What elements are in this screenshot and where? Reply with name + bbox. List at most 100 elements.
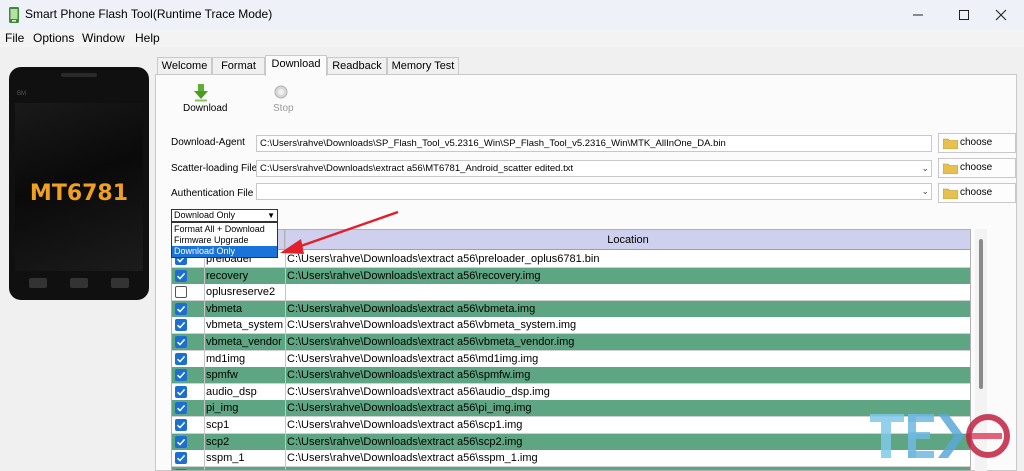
row-location[interactable]: C:\Users\rahve\Downloads\extract a56\ssp… bbox=[287, 467, 538, 470]
row-partition-name: scp2 bbox=[206, 435, 230, 448]
tab-download[interactable]: Download bbox=[265, 55, 327, 76]
scatter-file-combo[interactable]: C:\Users\rahve\Downloads\extract a56\MT6… bbox=[256, 160, 932, 177]
checkmark-icon bbox=[176, 438, 186, 446]
dropdown-arrow-icon[interactable]: ▼ bbox=[267, 210, 275, 221]
download-mode-select[interactable]: Download Only ▼ bbox=[171, 209, 278, 222]
phone-menu-key bbox=[111, 278, 129, 288]
download-agent-choose-button[interactable]: choose bbox=[938, 133, 1016, 153]
menu-bar: File Options Window Help bbox=[0, 30, 1024, 47]
tab-readback[interactable]: Readback bbox=[327, 57, 387, 75]
row-checkbox[interactable] bbox=[175, 369, 187, 382]
row-checkbox[interactable] bbox=[175, 352, 187, 365]
chevron-down-icon[interactable]: ⌄ bbox=[921, 161, 929, 176]
row-partition-name: md1img bbox=[206, 352, 246, 365]
auth-file-combo[interactable]: ⌄ bbox=[256, 183, 932, 200]
minimize-button[interactable] bbox=[895, 0, 941, 30]
table-row[interactable]: preloader C:\Users\rahve\Downloads\extrac… bbox=[172, 251, 970, 268]
download-arrow-icon[interactable] bbox=[193, 84, 209, 102]
column-divider bbox=[285, 230, 286, 470]
row-checkbox[interactable] bbox=[175, 435, 187, 448]
scatter-file-value: C:\Users\rahve\Downloads\extract a56\MT6… bbox=[260, 163, 574, 174]
phone-screen: MT6781 bbox=[15, 103, 143, 271]
menu-help[interactable]: Help bbox=[135, 31, 160, 45]
row-checkbox[interactable] bbox=[175, 385, 187, 398]
row-location[interactable]: C:\Users\rahve\Downloads\extract a56\pre… bbox=[287, 251, 599, 268]
row-partition-name: oplusreserve2 bbox=[206, 286, 276, 299]
row-checkbox[interactable] bbox=[175, 336, 187, 348]
scatter-choose-button[interactable]: choose bbox=[938, 158, 1016, 178]
row-location[interactable]: C:\Users\rahve\Downloads\extract a56\aud… bbox=[287, 384, 550, 401]
choose-label: choose bbox=[960, 187, 993, 198]
menu-options[interactable]: Options bbox=[33, 31, 74, 45]
table-row[interactable]: scp2 C:\Users\rahve\Downloads\extract a56… bbox=[172, 433, 970, 451]
table-row[interactable]: sspm_2 C:\Users\rahve\Downloads\extract a… bbox=[172, 466, 970, 470]
tab-welcome[interactable]: Welcome bbox=[157, 57, 212, 75]
row-location[interactable]: C:\Users\rahve\Downloads\extract a56\md1… bbox=[287, 351, 538, 368]
row-checkbox[interactable] bbox=[175, 402, 187, 415]
menu-file[interactable]: File bbox=[5, 31, 24, 45]
checkmark-icon bbox=[176, 388, 186, 396]
row-partition-name: recovery bbox=[206, 269, 249, 282]
row-location[interactable]: C:\Users\rahve\Downloads\extract a56\vbm… bbox=[287, 334, 574, 351]
mode-option-format-all[interactable]: Format All + Download bbox=[172, 224, 277, 235]
close-button[interactable] bbox=[978, 0, 1024, 30]
download-button-label[interactable]: Download bbox=[183, 103, 227, 114]
choose-label: choose bbox=[960, 162, 993, 173]
phone-back-key bbox=[29, 278, 47, 288]
auth-file-label: Authentication File bbox=[171, 188, 254, 199]
menu-window[interactable]: Window bbox=[82, 31, 125, 45]
row-checkbox[interactable] bbox=[175, 419, 187, 431]
table-row[interactable]: pi_img C:\Users\rahve\Downloads\extract a… bbox=[172, 400, 970, 418]
mode-option-download-only[interactable]: Download Only bbox=[172, 246, 277, 257]
table-row[interactable]: scp1 C:\Users\rahve\Downloads\extract a56… bbox=[172, 417, 970, 434]
row-location[interactable]: C:\Users\rahve\Downloads\extract a56\rec… bbox=[287, 268, 541, 285]
row-checkbox[interactable] bbox=[175, 452, 187, 465]
table-row[interactable]: vbmeta C:\Users\rahve\Downloads\extract a… bbox=[172, 300, 970, 318]
stop-button-label[interactable]: Stop bbox=[273, 103, 294, 114]
checkmark-icon bbox=[176, 455, 186, 462]
table-row[interactable]: recovery C:\Users\rahve\Downloads\extract… bbox=[172, 267, 970, 285]
row-checkbox[interactable] bbox=[175, 319, 187, 332]
row-checkbox[interactable] bbox=[175, 269, 187, 282]
tab-memory-test[interactable]: Memory Test bbox=[387, 57, 459, 75]
row-location[interactable]: C:\Users\rahve\Downloads\extract a56\spm… bbox=[287, 367, 530, 384]
table-row[interactable]: vbmeta_vendor C:\Users\rahve\Downloads\ex… bbox=[172, 334, 970, 351]
folder-icon bbox=[943, 163, 958, 174]
folder-icon bbox=[943, 188, 958, 199]
download-mode-list: Format All + Download Firmware Upgrade D… bbox=[171, 222, 278, 258]
close-icon bbox=[995, 9, 1007, 21]
checkmark-icon bbox=[176, 405, 186, 413]
partition-table: Location preloader C:\Users\rahve\Downloa… bbox=[171, 229, 971, 471]
row-location[interactable]: C:\Users\rahve\Downloads\extract a56\ssp… bbox=[287, 450, 538, 467]
table-row[interactable]: oplusreserve2 bbox=[172, 284, 970, 302]
row-location[interactable]: C:\Users\rahve\Downloads\extract a56\pi_… bbox=[287, 400, 532, 417]
row-location[interactable]: C:\Users\rahve\Downloads\extract a56\scp… bbox=[287, 434, 522, 451]
tab-format[interactable]: Format bbox=[212, 57, 265, 75]
chevron-down-icon[interactable]: ⌄ bbox=[921, 184, 929, 199]
scrollbar-thumb[interactable] bbox=[979, 239, 983, 389]
stop-icon[interactable] bbox=[274, 85, 288, 99]
row-location[interactable]: C:\Users\rahve\Downloads\extract a56\vbm… bbox=[287, 317, 576, 334]
row-location[interactable]: C:\Users\rahve\Downloads\extract a56\vbm… bbox=[287, 301, 535, 318]
download-agent-input[interactable]: C:\Users\rahve\Downloads\SP_Flash_Tool_v… bbox=[256, 135, 932, 152]
checkmark-icon bbox=[176, 372, 186, 379]
checkmark-icon bbox=[176, 338, 186, 346]
table-row[interactable]: md1img C:\Users\rahve\Downloads\extract a… bbox=[172, 350, 970, 368]
header-location[interactable]: Location bbox=[285, 230, 970, 250]
mode-option-firmware-upgrade[interactable]: Firmware Upgrade bbox=[172, 235, 277, 246]
table-row[interactable]: sspm_1 C:\Users\rahve\Downloads\extract a… bbox=[172, 450, 970, 468]
row-checkbox[interactable] bbox=[175, 302, 187, 315]
maximize-icon bbox=[959, 10, 969, 20]
table-row[interactable]: audio_dsp C:\Users\rahve\Downloads\extrac… bbox=[172, 383, 970, 401]
watermark-logo bbox=[870, 414, 1010, 458]
auth-choose-button[interactable]: choose bbox=[938, 183, 1016, 203]
table-row[interactable]: vbmeta_system C:\Users\rahve\Downloads\ex… bbox=[172, 317, 970, 335]
window-title: Smart Phone Flash Tool(Runtime Trace Mod… bbox=[25, 7, 273, 21]
chip-model-label: MT6781 bbox=[29, 181, 129, 206]
row-checkbox[interactable] bbox=[175, 286, 187, 299]
row-location[interactable]: C:\Users\rahve\Downloads\extract a56\scp… bbox=[287, 417, 522, 434]
checkmark-icon bbox=[176, 305, 186, 313]
table-row[interactable]: spmfw C:\Users\rahve\Downloads\extract a5… bbox=[172, 367, 970, 385]
app-window: Smart Phone Flash Tool(Runtime Trace Mod… bbox=[0, 0, 1024, 471]
row-partition-name: audio_dsp bbox=[206, 385, 257, 398]
